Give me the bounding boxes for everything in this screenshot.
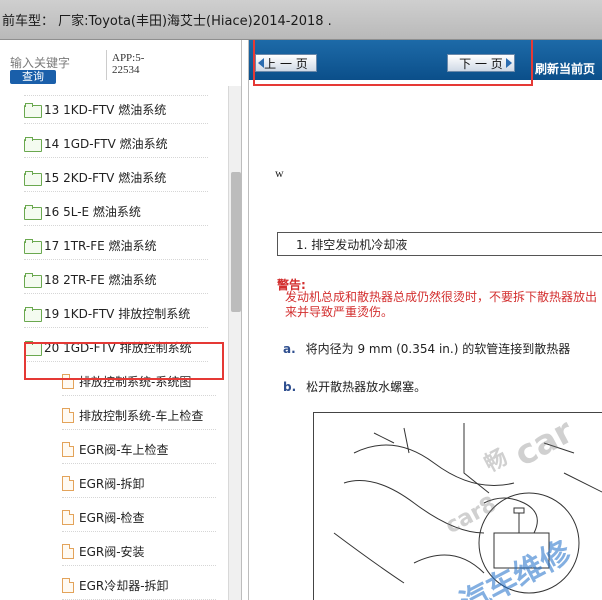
tree-item-label: 15 2KD-FTV 燃油系统 <box>44 171 167 185</box>
tree-item-folder[interactable]: 19 1KD-FTV 排放控制系统 <box>24 300 208 328</box>
tree-item-label: EGR冷却器-拆卸 <box>79 579 169 593</box>
document-icon <box>62 442 74 457</box>
warning-text: 发动机总成和散热器总成仍然很烫时，不要拆下散热器放出来并导致严重烫伤。 <box>285 290 598 319</box>
document-viewer: 上 一 页 下 一 页 刷新当前页 w 1. 排空发动机冷却液 警告: 发动机总… <box>248 40 602 600</box>
document-icon <box>62 476 74 491</box>
tree-item-page[interactable]: EGR阀-车上检查 <box>62 436 216 464</box>
refresh-page-link[interactable]: 刷新当前页 <box>535 60 595 77</box>
tree-item-folder[interactable]: 13 1KD-FTV 燃油系统 <box>24 96 208 124</box>
tree-item-label: EGR阀-安装 <box>79 545 145 559</box>
tree-item-folder[interactable]: 16 5L-E 燃油系统 <box>24 198 208 226</box>
tree-item-page[interactable]: EGR阀-拆卸 <box>62 470 216 498</box>
tree-item-label: 排放控制系统-车上检查 <box>79 409 204 423</box>
divider <box>106 50 107 80</box>
diagram-figure: 畅 car car8 汽车维修 <box>313 412 602 600</box>
tree-item-page[interactable]: 排放控制系统-车上检查 <box>62 402 216 430</box>
selection-highlight <box>24 342 224 380</box>
vertical-scrollbar[interactable] <box>228 86 241 600</box>
tree-item-label: 17 1TR-FE 燃油系统 <box>44 239 157 253</box>
tree-item-folder[interactable]: 18 2TR-FE 燃油系统 <box>24 266 208 294</box>
window-title: 前车型： 厂家:Toyota(丰田)海艾士(Hiace)2014-2018 . <box>2 14 332 29</box>
search-area: 输入关键字 查询 APP:5- 22534 <box>0 40 241 86</box>
navigation-panel: 输入关键字 查询 APP:5- 22534 13 1KD-FTV 燃油系统 14… <box>0 40 242 600</box>
tree-view: 13 1KD-FTV 燃油系统 14 1GD-FTV 燃油系统 15 2KD-F… <box>0 86 226 600</box>
tree-item-label: 19 1KD-FTV 排放控制系统 <box>44 307 191 321</box>
step-b-text: 松开散热器放水螺塞。 <box>306 380 427 394</box>
step-a-label: a. <box>283 342 296 356</box>
tree-row-partial <box>24 86 208 96</box>
document-icon <box>62 578 74 593</box>
tree-item-folder[interactable]: 14 1GD-FTV 燃油系统 <box>24 130 208 158</box>
tree-item-label: 16 5L-E 燃油系统 <box>44 205 141 219</box>
tree-item-label: EGR阀-拆卸 <box>79 477 145 491</box>
document-icon <box>62 408 74 423</box>
search-input[interactable]: 输入关键字 <box>10 54 70 71</box>
step-b: b. 松开散热器放水螺塞。 <box>283 378 426 395</box>
tree-item-label: 14 1GD-FTV 燃油系统 <box>44 137 168 151</box>
app-code: APP:5- 22534 <box>112 52 144 76</box>
document-icon <box>62 510 74 525</box>
tree-item-page[interactable]: EGR冷却器-拆卸 <box>62 572 216 600</box>
folder-icon <box>24 137 42 152</box>
tree-item-label: 13 1KD-FTV 燃油系统 <box>44 103 167 117</box>
search-button[interactable]: 查询 <box>10 70 56 84</box>
step-a-text: 将内径为 9 mm (0.354 in.) 的软管连接到散热器 <box>305 342 571 356</box>
folder-icon <box>24 307 42 322</box>
app-code-line-1: APP:5- <box>112 52 145 64</box>
window-title-bar: 前车型： 厂家:Toyota(丰田)海艾士(Hiace)2014-2018 . <box>0 0 602 40</box>
folder-icon <box>24 103 42 118</box>
tree-item-page[interactable]: EGR阀-检查 <box>62 504 216 532</box>
folder-icon <box>24 273 42 288</box>
tree-item-page[interactable]: EGR阀-安装 <box>62 538 216 566</box>
app-code-line-2: 22534 <box>112 64 140 76</box>
tree-item-folder[interactable]: 17 1TR-FE 燃油系统 <box>24 232 208 260</box>
scrollbar-thumb[interactable] <box>231 172 241 312</box>
folder-icon <box>24 205 42 220</box>
tree-item-label: EGR阀-车上检查 <box>79 443 169 457</box>
document-icon <box>62 544 74 559</box>
step-title: 1. 排空发动机冷却液 <box>277 232 602 256</box>
document-page: w 1. 排空发动机冷却液 警告: 发动机总成和散热器总成仍然很烫时，不要拆下散… <box>249 80 602 600</box>
folder-icon <box>24 239 42 254</box>
tree-item-label: 18 2TR-FE 燃油系统 <box>44 273 157 287</box>
step-a: a. 将内径为 9 mm (0.354 in.) 的软管连接到散热器 <box>283 340 570 357</box>
tree-item-label: EGR阀-检查 <box>79 511 145 525</box>
tree-item-folder[interactable]: 15 2KD-FTV 燃油系统 <box>24 164 208 192</box>
folder-icon <box>24 171 42 186</box>
page-mark: w <box>275 166 284 180</box>
step-b-label: b. <box>283 380 297 394</box>
